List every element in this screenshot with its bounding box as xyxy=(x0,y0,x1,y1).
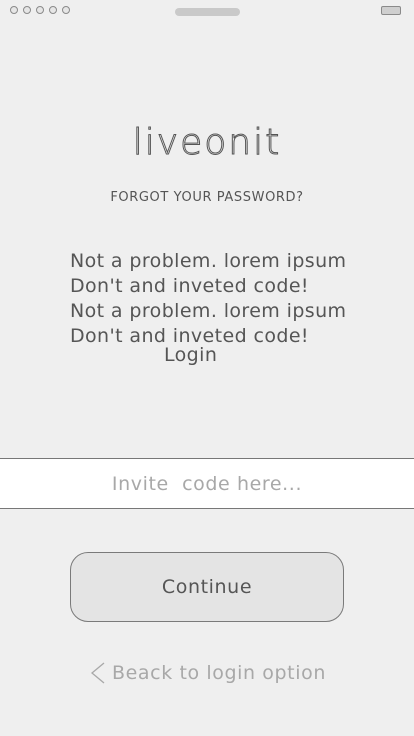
signal-dot xyxy=(10,6,18,14)
back-to-login-link[interactable]: Beack to login option xyxy=(88,660,326,686)
chevron-left-icon xyxy=(88,660,108,686)
signal-dot xyxy=(36,6,44,14)
invite-code-bar xyxy=(0,458,414,509)
invite-code-input[interactable] xyxy=(0,459,414,508)
continue-button-label: Continue xyxy=(161,576,253,598)
message-line: Don't and inveted code! xyxy=(70,275,309,297)
continue-button[interactable]: Continue xyxy=(70,552,344,622)
info-message: Not a problem. lorem ipsum Don't and inv… xyxy=(70,249,370,349)
battery-icon xyxy=(381,6,401,15)
message-line: Not a problem. lorem ipsum xyxy=(70,250,347,272)
back-link-label: Beack to login option xyxy=(112,662,326,684)
signal-dot xyxy=(62,6,70,14)
page-subtitle: FORGOT YOUR PASSWORD? xyxy=(110,190,304,205)
app-logo: liveonit xyxy=(132,122,282,164)
forgot-password-screen: liveonit FORGOT YOUR PASSWORD? Not a pro… xyxy=(0,0,414,736)
signal-dot xyxy=(23,6,31,14)
message-line: Don't and inveted code! xyxy=(70,325,309,347)
signal-dots-icon xyxy=(10,6,70,14)
login-label: Login xyxy=(164,344,218,366)
speaker-notch xyxy=(175,8,240,16)
signal-dot xyxy=(49,6,57,14)
message-line: Not a problem. lorem ipsum xyxy=(70,300,347,322)
